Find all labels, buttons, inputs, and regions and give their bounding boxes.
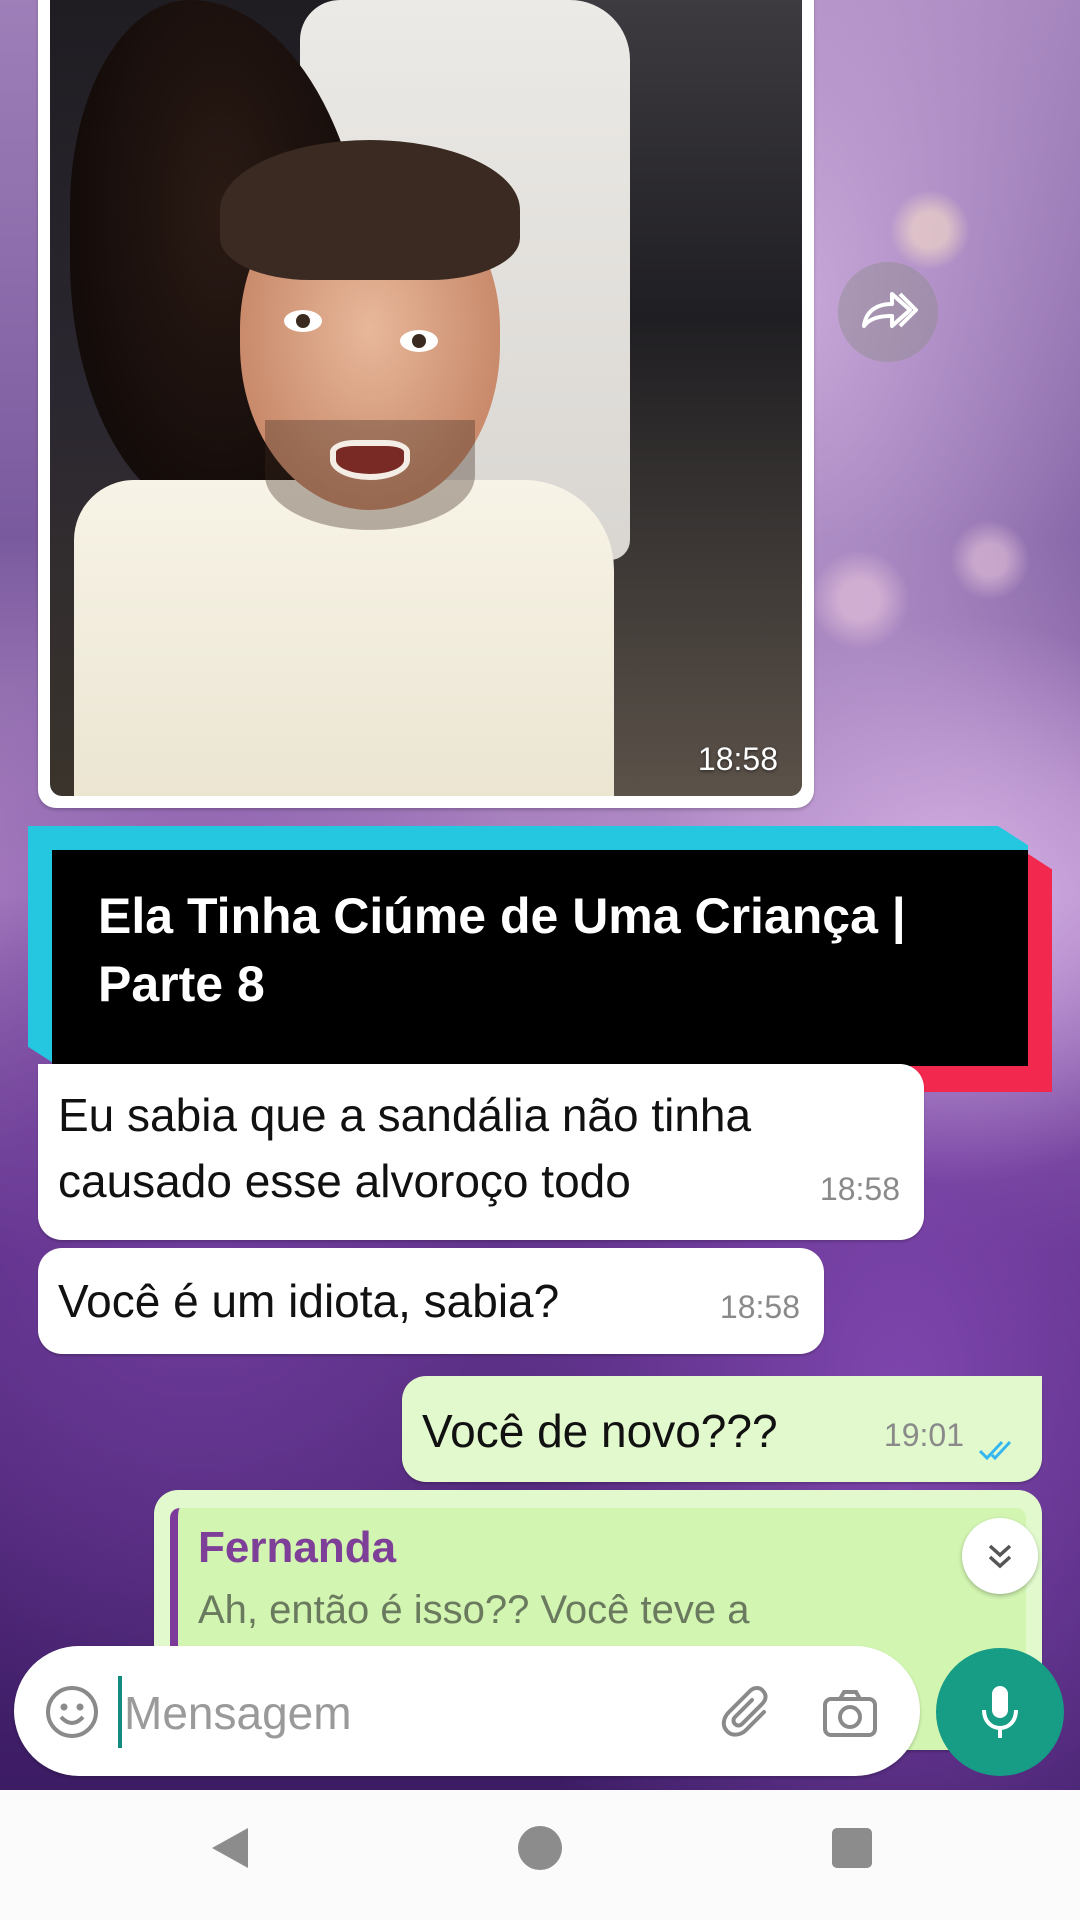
message-text: Você de novo??? bbox=[422, 1405, 778, 1457]
message-incoming[interactable]: Você é um idiota, sabia? 18:58 bbox=[38, 1248, 824, 1354]
message-input[interactable] bbox=[122, 1672, 686, 1754]
image-message-time: 18:58 bbox=[697, 741, 778, 777]
photo-mouth bbox=[330, 440, 410, 480]
home-circle-icon[interactable] bbox=[518, 1826, 562, 1870]
message-text: Eu sabia que a sandália não tinha causad… bbox=[58, 1089, 752, 1207]
message-text: Você é um idiota, sabia? bbox=[58, 1275, 560, 1327]
forward-button[interactable] bbox=[838, 262, 938, 362]
message-time: 18:58 bbox=[719, 1289, 800, 1325]
scroll-to-bottom-button[interactable] bbox=[962, 1518, 1038, 1594]
banner-title: Ela Tinha Ciúme de Uma Criança | Parte 8 bbox=[98, 888, 906, 1012]
double-chevron-down-icon bbox=[988, 1544, 1012, 1569]
quoted-sender-name: Fernanda bbox=[198, 1523, 397, 1572]
message-outgoing[interactable]: Você de novo??? 19:01 bbox=[402, 1376, 1042, 1482]
message-composer bbox=[14, 1646, 920, 1776]
quoted-text: Ah, então é isso?? Você teve a bbox=[198, 1588, 750, 1632]
message-time: 18:58 bbox=[819, 1171, 900, 1207]
forward-icon bbox=[862, 292, 918, 328]
recents-square-icon[interactable] bbox=[832, 1828, 872, 1868]
paperclip-icon[interactable] bbox=[720, 1684, 780, 1744]
camera-icon[interactable] bbox=[820, 1684, 880, 1744]
image-message-bubble[interactable]: 18:58 bbox=[38, 0, 814, 808]
emoji-icon[interactable] bbox=[42, 1682, 102, 1742]
message-time: 19:01 bbox=[883, 1417, 964, 1453]
microphone-icon bbox=[982, 1686, 1018, 1738]
image-message-photo[interactable]: 18:58 bbox=[50, 0, 802, 796]
read-ticks-icon bbox=[978, 1440, 1012, 1461]
photo-right-eye bbox=[400, 330, 438, 352]
microphone-button[interactable] bbox=[936, 1648, 1064, 1776]
message-incoming[interactable]: Eu sabia que a sandália não tinha causad… bbox=[38, 1064, 924, 1240]
title-banner: Ela Tinha Ciúme de Uma Criança | Parte 8 bbox=[28, 826, 1052, 1092]
back-triangle-icon[interactable] bbox=[208, 1826, 252, 1870]
photo-left-eye bbox=[284, 310, 322, 332]
system-navigation-bar bbox=[0, 1790, 1080, 1920]
photo-hair-top bbox=[220, 140, 520, 280]
